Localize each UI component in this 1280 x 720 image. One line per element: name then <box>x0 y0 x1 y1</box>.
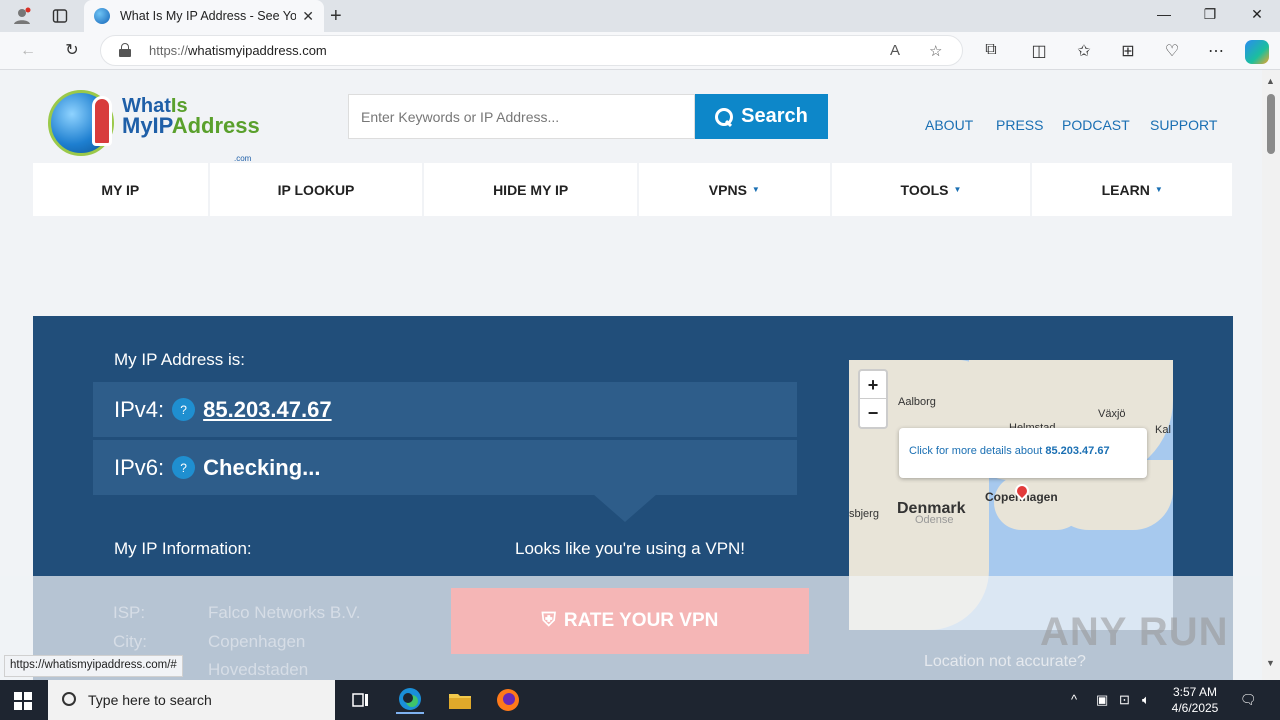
region-value: Hovedstaden <box>208 660 309 679</box>
support-link[interactable]: SUPPORT <box>1150 117 1217 133</box>
split-screen-icon[interactable]: ◫ <box>1028 41 1050 63</box>
title-bar: What Is My IP Address - See Your ✕ + — ❐… <box>0 0 1280 32</box>
caret-down-icon: ▼ <box>751 185 760 194</box>
map-label: Odense <box>915 514 954 526</box>
caret-down-icon: ▼ <box>953 185 962 194</box>
favorites-icon[interactable]: ✩ <box>1073 41 1095 63</box>
search-icon <box>62 692 76 706</box>
globe-favicon-icon <box>94 8 110 24</box>
map-zoom-controls: + − <box>858 369 888 429</box>
firefox-icon[interactable] <box>494 686 522 714</box>
map-label: sbjerg <box>849 508 879 520</box>
site-logo[interactable]: WhatIs MyIPAddress .com <box>48 88 260 163</box>
isp-label: ISP: <box>113 603 146 622</box>
extensions-icon[interactable]: ⧉ <box>980 41 1002 63</box>
map-popup[interactable]: Click for more details about 85.203.47.6… <box>899 428 1147 478</box>
tab-actions-icon[interactable] <box>50 6 70 26</box>
logo-text: WhatIs MyIPAddress <box>122 95 260 138</box>
close-window-icon[interactable]: ✕ <box>1247 6 1267 23</box>
tab-title: What Is My IP Address - See Your <box>120 9 296 23</box>
city-label: City: <box>113 632 147 651</box>
nav-hide-my-ip[interactable]: HIDE MY IP <box>424 163 637 216</box>
nav-learn[interactable]: LEARN ▼ <box>1032 163 1232 216</box>
rate-vpn-button[interactable]: ⛨ RATE YOUR VPN <box>451 588 809 654</box>
scroll-thumb[interactable] <box>1267 94 1275 154</box>
my-ip-label: My IP Address is: <box>114 350 246 369</box>
file-explorer-icon[interactable] <box>446 686 474 714</box>
back-icon[interactable]: ← <box>17 40 39 62</box>
windows-taskbar: Type here to search ^ ▣ ⊡ 🔈︎ 3:57 AM 4/6… <box>0 680 1280 720</box>
help-icon[interactable]: ? <box>172 398 196 421</box>
volume-icon[interactable]: 🔈︎ <box>1142 692 1150 708</box>
scroll-up-icon[interactable]: ▲ <box>1266 76 1275 86</box>
about-link[interactable]: ABOUT <box>925 117 973 133</box>
minimize-icon[interactable]: — <box>1154 6 1174 22</box>
location-not-accurate-link[interactable]: Location not accurate? <box>924 653 1086 671</box>
isp-value: Falco Networks B.V. <box>208 603 361 622</box>
web-page: WhatIs MyIPAddress .com Search ABOUT PRE… <box>0 70 1262 680</box>
profile-icon[interactable] <box>12 6 32 26</box>
copilot-icon[interactable] <box>1245 40 1269 64</box>
search-input[interactable] <box>348 94 695 139</box>
ipv6-value: Checking... <box>203 454 321 480</box>
nav-vpns[interactable]: VPNS ▼ <box>638 163 830 216</box>
taskbar-clock[interactable]: 3:57 AM 4/6/2025 <box>1166 684 1224 716</box>
logo-i-icon <box>92 96 112 146</box>
favorite-star-icon[interactable]: ☆ <box>929 42 942 60</box>
lock-icon[interactable] <box>119 43 131 57</box>
show-hidden-icons[interactable]: ^ <box>1071 692 1077 707</box>
ipv6-label: IPv6: <box>114 454 165 480</box>
ipv6-row: IPv6: ? Checking... <box>93 440 797 495</box>
nav-my-ip[interactable]: MY IP <box>33 163 208 216</box>
network-icon[interactable]: ⊡ <box>1119 692 1130 708</box>
task-view-icon[interactable] <box>346 686 374 714</box>
search-button[interactable]: Search <box>695 94 828 139</box>
zoom-in-button[interactable]: + <box>860 371 886 399</box>
help-icon[interactable]: ? <box>172 456 196 479</box>
vpn-notice: Looks like you're using a VPN! <box>515 539 746 558</box>
device-icon[interactable]: ▣ <box>1096 692 1108 708</box>
refresh-icon[interactable]: ↻ <box>61 40 83 62</box>
press-link[interactable]: PRESS <box>996 117 1043 133</box>
browser-tab[interactable]: What Is My IP Address - See Your ✕ <box>84 0 324 32</box>
city-value: Copenhagen <box>208 632 306 651</box>
collections-icon[interactable]: ⊞ <box>1117 41 1139 63</box>
close-tab-icon[interactable]: ✕ <box>302 8 314 25</box>
shield-icon: ⛨ <box>541 610 556 631</box>
page-scrollbar[interactable]: ▲ ▼ <box>1262 70 1280 680</box>
callout-pointer <box>593 494 657 522</box>
url-text[interactable]: https://whatismyipaddress.com <box>149 43 327 58</box>
ipv4-label: IPv4: <box>114 396 165 422</box>
map-label: Aalborg <box>898 396 936 408</box>
nav-ip-lookup[interactable]: IP LOOKUP <box>209 163 423 216</box>
ipv4-row: IPv4: ? 85.203.47.67 <box>93 382 797 437</box>
ipv4-address-link[interactable]: 85.203.47.67 <box>203 397 331 423</box>
browser-essentials-icon[interactable]: ♡ <box>1161 41 1183 63</box>
map-label: Kal <box>1155 424 1171 436</box>
nav-tools[interactable]: TOOLS ▼ <box>831 163 1031 216</box>
search-icon <box>715 107 734 126</box>
ip-info-label: My IP Information: <box>114 539 252 558</box>
anyrun-watermark: ANY RUN <box>1040 610 1229 654</box>
restore-icon[interactable]: ❐ <box>1200 6 1220 23</box>
more-options-icon[interactable]: ⋯ <box>1205 41 1227 63</box>
start-windows-icon[interactable] <box>14 692 32 710</box>
caret-down-icon: ▼ <box>1154 185 1163 194</box>
status-bar-url: https://whatismyipaddress.com/# <box>4 655 183 677</box>
scroll-down-icon[interactable]: ▼ <box>1266 658 1275 668</box>
map-label: Växjö <box>1098 408 1126 420</box>
logo-com: .com <box>234 154 252 163</box>
main-nav: MY IP IP LOOKUP HIDE MY IP VPNS ▼ TOOLS ▼ … <box>33 163 1232 216</box>
zoom-out-button[interactable]: − <box>860 399 886 427</box>
address-bar[interactable]: https://whatismyipaddress.com A ☆ <box>100 35 963 66</box>
taskbar-search[interactable]: Type here to search <box>48 680 335 720</box>
popup-ip: 85.203.47.67 <box>1045 445 1110 457</box>
notifications-icon[interactable]: 🗨︎ <box>1240 692 1257 708</box>
read-aloud-icon[interactable]: A <box>890 42 900 59</box>
edge-browser-icon[interactable] <box>396 686 424 714</box>
new-tab-icon[interactable]: + <box>330 5 342 28</box>
podcast-link[interactable]: PODCAST <box>1062 117 1130 133</box>
